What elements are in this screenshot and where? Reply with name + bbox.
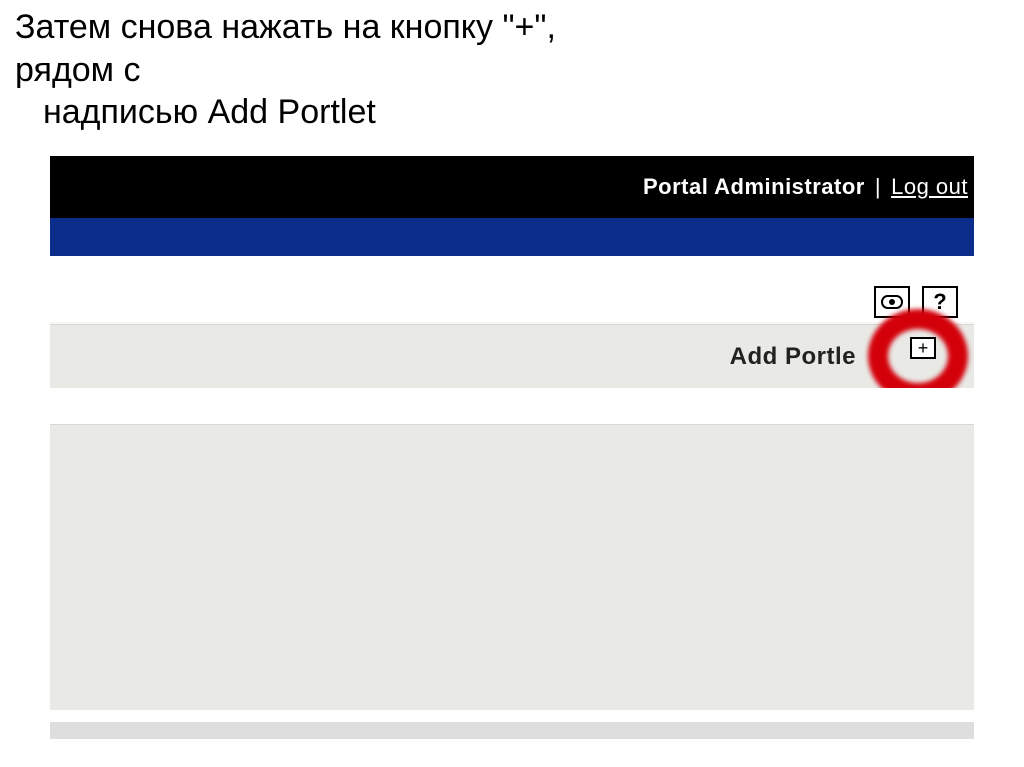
- header-title: Portal Administrator: [643, 174, 865, 200]
- spacer: [50, 388, 974, 424]
- slide: Затем снова нажать на кнопку "+", рядом …: [0, 0, 1024, 767]
- question-icon: ?: [933, 289, 946, 315]
- instruction-line1: Затем снова нажать на кнопку "+", рядом …: [15, 6, 655, 91]
- instruction-line2: надписью Add Portlet: [15, 91, 655, 134]
- instruction-text: Затем снова нажать на кнопку "+", рядом …: [15, 6, 655, 134]
- plus-icon: +: [918, 339, 929, 357]
- header-bar: Portal Administrator | Log out: [50, 156, 974, 218]
- logout-link[interactable]: Log out: [891, 174, 968, 200]
- spacer: [50, 710, 974, 722]
- add-portlet-row: Add Portle +: [50, 324, 974, 390]
- help-button[interactable]: ?: [922, 286, 958, 318]
- eye-icon: [881, 295, 903, 309]
- spacer: [50, 256, 974, 282]
- add-portlet-button[interactable]: +: [910, 337, 936, 359]
- nav-bar: [50, 218, 974, 256]
- footer-strip: [50, 722, 974, 739]
- content-panel: [50, 424, 974, 712]
- add-portlet-label: Add Portle: [730, 343, 856, 371]
- header-separator: |: [875, 174, 881, 200]
- preview-button[interactable]: [874, 286, 910, 318]
- toolbar-row: ?: [50, 282, 974, 322]
- embedded-screenshot: Portal Administrator | Log out ? Add Por…: [50, 156, 974, 739]
